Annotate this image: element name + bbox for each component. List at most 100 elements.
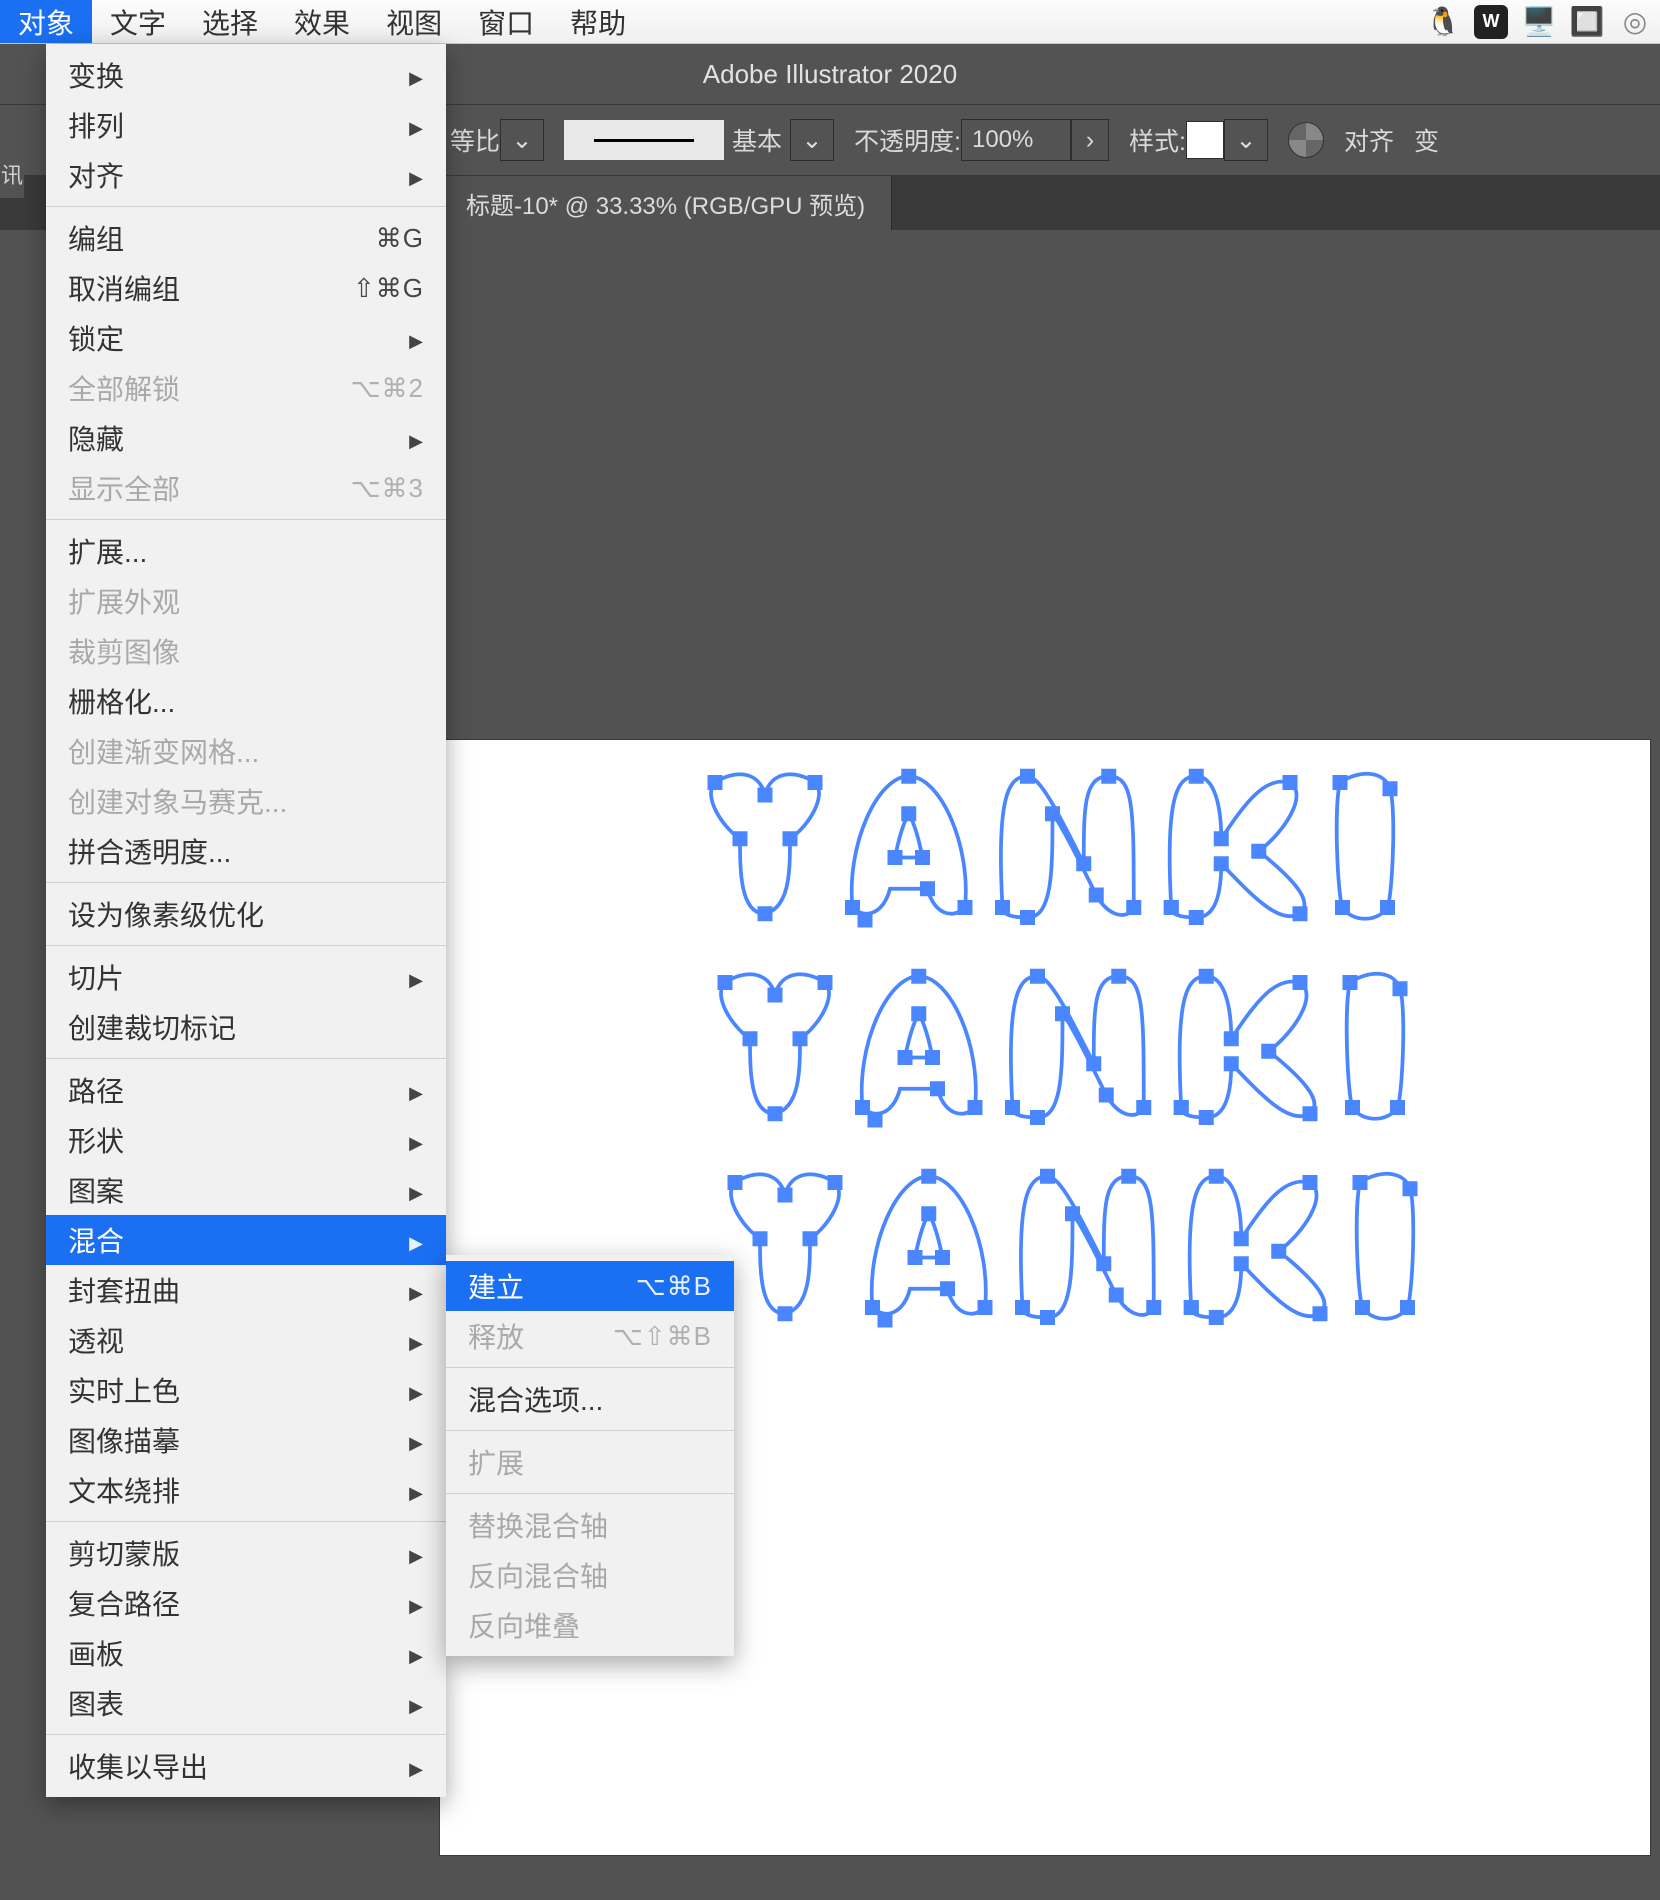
align-label[interactable]: 对齐	[1344, 122, 1394, 158]
submenu-arrow-icon	[409, 1275, 424, 1306]
menu-item-label: 剪切蒙版	[68, 1533, 180, 1573]
menu-item-label: 全部解锁	[68, 368, 180, 408]
menu-item-label: 文本绕排	[68, 1470, 180, 1510]
submenu-arrow-icon	[409, 110, 424, 141]
object-menu-item-5-5[interactable]: 透视	[46, 1315, 446, 1365]
penguin-icon[interactable]: 🐧	[1426, 5, 1460, 39]
menu-item-shortcut: ⇧⌘G	[353, 273, 424, 304]
submenu-arrow-icon	[409, 1075, 424, 1106]
submenu-arrow-icon	[409, 1475, 424, 1506]
object-menu-item-1-0[interactable]: 编组 ⌘G	[46, 213, 446, 263]
menubar-item-window[interactable]: 窗口	[460, 0, 552, 43]
submenu-arrow-icon	[409, 323, 424, 354]
menubar: 对象 文字 选择 效果 视图 窗口 帮助 🐧 W 🖥️ 🔲 ◎	[0, 0, 1660, 44]
menu-separator	[446, 1430, 734, 1431]
style-dropdown[interactable]: ⌄	[1224, 119, 1268, 161]
chevron-down-icon: ⌄	[802, 125, 823, 155]
battery-icon[interactable]: 🔲	[1570, 5, 1604, 39]
object-menu-item-2-3[interactable]: 栅格化...	[46, 676, 446, 726]
submenu-arrow-icon	[409, 423, 424, 454]
object-menu-item-1-2[interactable]: 锁定	[46, 313, 446, 363]
menu-item-label: 显示全部	[68, 468, 180, 508]
chevron-down-icon: ⌄	[512, 125, 533, 155]
color-recolor-icon[interactable]	[1288, 122, 1324, 158]
object-menu-item-2-5: 创建对象马赛克...	[46, 776, 446, 826]
submenu-arrow-icon	[409, 1225, 424, 1256]
style-swatch[interactable]	[1186, 121, 1224, 159]
menu-item-label: 收集以导出	[68, 1746, 208, 1786]
ratio-dropdown[interactable]: ⌄	[500, 119, 544, 161]
object-menu-item-6-2[interactable]: 画板	[46, 1628, 446, 1678]
menubar-item-type[interactable]: 文字	[92, 0, 184, 43]
object-menu-item-5-0[interactable]: 路径	[46, 1065, 446, 1115]
menu-separator	[46, 206, 446, 207]
object-menu-item-6-1[interactable]: 复合路径	[46, 1578, 446, 1628]
object-menu-item-6-3[interactable]: 图表	[46, 1678, 446, 1728]
menu-separator	[446, 1493, 734, 1494]
menu-item-label: 栅格化...	[68, 681, 175, 721]
submenu-arrow-icon	[409, 1425, 424, 1456]
menubar-label: 对象	[18, 2, 74, 42]
object-menu-item-4-1[interactable]: 创建裁切标记	[46, 1002, 446, 1052]
object-menu-item-2-6[interactable]: 拼合透明度...	[46, 826, 446, 876]
object-menu-item-1-4[interactable]: 隐藏	[46, 413, 446, 463]
menu-item-label: 取消编组	[68, 268, 180, 308]
menu-item-label: 替换混合轴	[468, 1505, 608, 1545]
object-menu-item-2-0[interactable]: 扩展...	[46, 526, 446, 576]
menubar-item-help[interactable]: 帮助	[552, 0, 644, 43]
menu-item-label: 编组	[68, 218, 124, 258]
object-menu-item-5-6[interactable]: 实时上色	[46, 1365, 446, 1415]
menu-item-label: 裁剪图像	[68, 631, 180, 671]
menu-item-label: 画板	[68, 1633, 124, 1673]
menu-item-label: 实时上色	[68, 1370, 180, 1410]
app-title: Adobe Illustrator 2020	[703, 59, 957, 90]
object-menu-item-0-0[interactable]: 变换	[46, 50, 446, 100]
submenu-arrow-icon	[409, 1125, 424, 1156]
menubar-right-icons: 🐧 W 🖥️ 🔲 ◎	[1426, 5, 1660, 39]
blend-submenu-item-1-0[interactable]: 混合选项...	[446, 1374, 734, 1424]
menu-item-label: 创建对象马赛克...	[68, 781, 287, 821]
opacity-input[interactable]: 100%	[961, 119, 1071, 161]
menu-separator	[46, 519, 446, 520]
object-menu-item-5-7[interactable]: 图像描摹	[46, 1415, 446, 1465]
display-icon[interactable]: 🖥️	[1522, 5, 1556, 39]
stroke-style-dropdown[interactable]: ⌄	[790, 119, 834, 161]
menubar-item-view[interactable]: 视图	[368, 0, 460, 43]
object-menu-item-2-4: 创建渐变网格...	[46, 726, 446, 776]
object-menu-item-5-8[interactable]: 文本绕排	[46, 1465, 446, 1515]
menubar-item-object[interactable]: 对象	[0, 0, 92, 43]
document-tab[interactable]: 标题-10* @ 33.33% (RGB/GPU 预览)	[440, 176, 892, 230]
submenu-arrow-icon	[409, 1325, 424, 1356]
blend-submenu-item-3-2: 反向堆叠	[446, 1600, 734, 1650]
menu-item-label: 切片	[68, 957, 124, 997]
menu-item-label: 设为像素级优化	[68, 894, 264, 934]
object-menu-item-5-4[interactable]: 封套扭曲	[46, 1265, 446, 1315]
menubar-item-select[interactable]: 选择	[184, 0, 276, 43]
menubar-item-effect[interactable]: 效果	[276, 0, 368, 43]
menu-item-label: 对齐	[68, 155, 124, 195]
object-menu-item-7-0[interactable]: 收集以导出	[46, 1741, 446, 1791]
menu-item-label: 变换	[68, 55, 124, 95]
object-menu-item-1-1[interactable]: 取消编组 ⇧⌘G	[46, 263, 446, 313]
object-menu-item-0-1[interactable]: 排列	[46, 100, 446, 150]
object-menu-item-6-0[interactable]: 剪切蒙版	[46, 1528, 446, 1578]
menu-item-shortcut: ⌘G	[376, 223, 424, 254]
stroke-preview[interactable]	[564, 120, 724, 160]
object-menu-item-5-2[interactable]: 图案	[46, 1165, 446, 1215]
opacity-stepper[interactable]: ›	[1071, 119, 1109, 161]
object-menu-item-4-0[interactable]: 切片	[46, 952, 446, 1002]
menu-item-label: 创建渐变网格...	[68, 731, 259, 771]
blend-submenu-item-0-0[interactable]: 建立⌥⌘B	[446, 1261, 734, 1311]
cc-icon[interactable]: ◎	[1618, 5, 1652, 39]
menu-item-label: 图像描摹	[68, 1420, 180, 1460]
object-menu-item-3-0[interactable]: 设为像素级优化	[46, 889, 446, 939]
menu-item-shortcut: ⌥⌘B	[636, 1271, 712, 1302]
transform-label[interactable]: 变	[1414, 122, 1439, 158]
blend-submenu-item-3-1: 反向混合轴	[446, 1550, 734, 1600]
menu-item-label: 图案	[68, 1170, 124, 1210]
object-menu-item-0-2[interactable]: 对齐	[46, 150, 446, 200]
wps-icon[interactable]: W	[1474, 5, 1508, 39]
object-menu-item-5-3[interactable]: 混合	[46, 1215, 446, 1265]
object-menu-item-5-1[interactable]: 形状	[46, 1115, 446, 1165]
menu-item-shortcut: ⌥⌘3	[351, 473, 424, 504]
